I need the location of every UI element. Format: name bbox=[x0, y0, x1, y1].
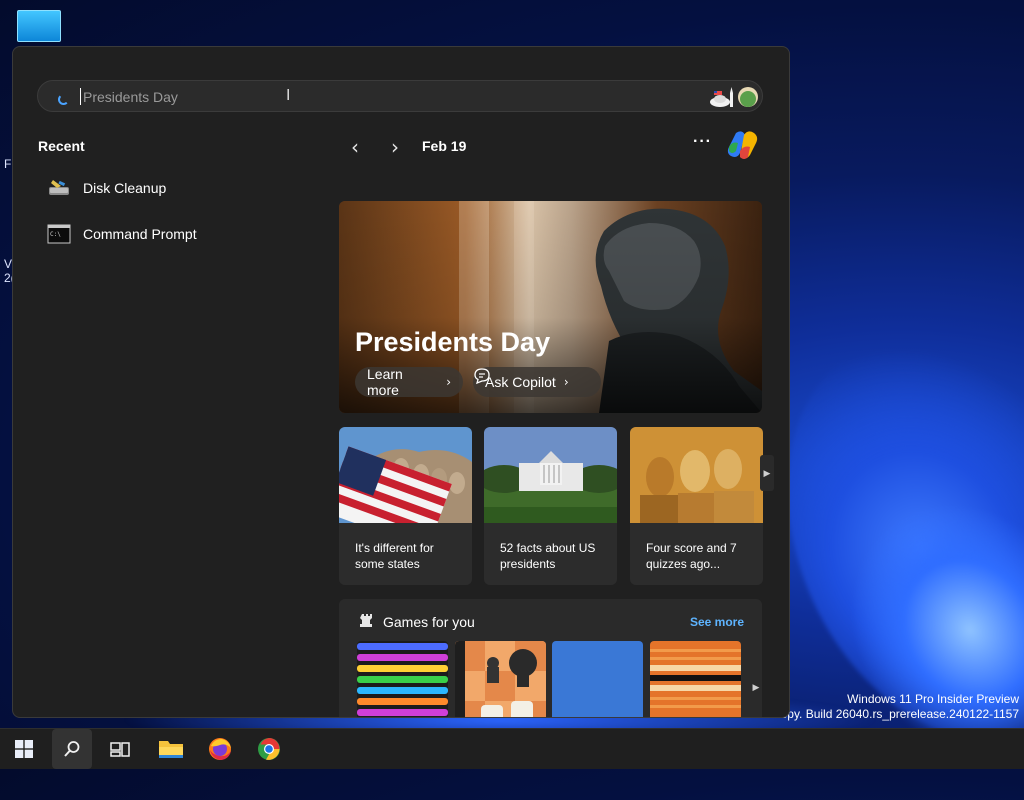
disk-cleanup-icon bbox=[49, 180, 69, 195]
article-title: 52 facts about US presidents bbox=[500, 541, 596, 571]
start-icon bbox=[15, 740, 33, 758]
search-highlight-icon[interactable] bbox=[710, 83, 758, 109]
article-title: Four score and 7 quizzes ago... bbox=[646, 541, 737, 571]
triangle-right-icon: ▶ bbox=[763, 467, 771, 478]
search-panel: Ⅰ Recent Disk Cleanup C:\ Command Prom bbox=[12, 46, 790, 718]
presidents-portrait-image bbox=[630, 427, 763, 523]
desktop-label-fragment: V bbox=[4, 257, 13, 271]
game-tile-chess[interactable] bbox=[455, 641, 546, 718]
games-scroll-right-button[interactable]: ▶ bbox=[749, 669, 762, 705]
see-more-link[interactable]: See more bbox=[690, 615, 744, 629]
search-box[interactable]: Ⅰ bbox=[37, 80, 763, 112]
svg-text:C:\: C:\ bbox=[50, 231, 61, 238]
taskbar bbox=[0, 728, 1024, 769]
chrome-button[interactable] bbox=[249, 729, 289, 769]
task-view-icon bbox=[110, 742, 130, 757]
next-day-button[interactable]: › bbox=[383, 135, 407, 159]
recent-item-command-prompt[interactable]: C:\ Command Prompt bbox=[47, 220, 287, 248]
previous-day-button[interactable]: ‹ bbox=[343, 135, 367, 159]
recent-item-label: Command Prompt bbox=[83, 226, 197, 242]
highlight-date: Feb 19 bbox=[422, 138, 467, 154]
chevron-right-icon: › bbox=[563, 375, 569, 389]
task-view-button[interactable] bbox=[100, 729, 140, 769]
start-button[interactable] bbox=[4, 729, 44, 769]
learn-more-label: Learn more bbox=[367, 366, 403, 398]
chevron-right-icon: › bbox=[446, 375, 451, 389]
file-explorer-icon bbox=[159, 741, 183, 758]
article-title: It's different for some states bbox=[355, 541, 434, 571]
recent-item-label: Disk Cleanup bbox=[83, 180, 167, 196]
firefox-button[interactable] bbox=[200, 729, 240, 769]
ask-copilot-label: Ask Copilot bbox=[485, 374, 556, 390]
recent-heading: Recent bbox=[38, 138, 85, 154]
search-input[interactable] bbox=[81, 85, 645, 109]
file-explorer-button[interactable] bbox=[151, 729, 191, 769]
chrome-icon bbox=[258, 738, 280, 760]
hero-title: Presidents Day bbox=[355, 327, 551, 357]
more-options-button[interactable]: ··· bbox=[693, 133, 712, 151]
article-cards: It's different for some states 52 facts … bbox=[339, 427, 779, 587]
white-house-image bbox=[484, 427, 617, 523]
chevron-left-icon: ‹ bbox=[351, 135, 359, 159]
loading-spinner-icon bbox=[58, 94, 69, 105]
game-tile-orange-stripes[interactable] bbox=[650, 641, 741, 718]
game-tile-blue[interactable] bbox=[552, 641, 643, 718]
games-section: Games for you See more ▶ bbox=[339, 599, 762, 718]
chevron-right-icon: › bbox=[391, 135, 399, 159]
command-prompt-icon: C:\ bbox=[47, 224, 71, 244]
this-pc-desktop-icon[interactable] bbox=[17, 10, 61, 46]
hero-card[interactable]: Presidents Day Learn more › Ask Copilot … bbox=[339, 201, 762, 413]
mount-rushmore-flag-image bbox=[339, 427, 472, 550]
chess-rook-icon bbox=[360, 614, 372, 627]
article-card[interactable]: Four score and 7 quizzes ago... bbox=[630, 427, 763, 585]
game-tile-colorful-stripes[interactable] bbox=[357, 641, 448, 718]
chat-bubble-icon bbox=[474, 368, 490, 385]
triangle-right-icon: ▶ bbox=[752, 681, 760, 692]
highlights-nav: ‹ › Feb 19 ··· bbox=[343, 131, 763, 159]
cards-scroll-right-button[interactable]: ▶ bbox=[760, 455, 774, 491]
learn-more-button[interactable]: Learn more › bbox=[355, 366, 463, 398]
search-icon bbox=[64, 741, 80, 757]
search-button[interactable] bbox=[52, 729, 92, 769]
desktop-label-fragment: F bbox=[4, 157, 12, 171]
article-card[interactable]: 52 facts about US presidents bbox=[484, 427, 617, 585]
article-card[interactable]: It's different for some states bbox=[339, 427, 472, 585]
firefox-icon bbox=[209, 738, 231, 760]
copilot-icon[interactable] bbox=[726, 129, 760, 161]
ask-copilot-button[interactable]: Ask Copilot › bbox=[473, 367, 601, 397]
games-heading: Games for you bbox=[383, 614, 475, 630]
text-cursor-icon: Ⅰ bbox=[286, 86, 291, 104]
recent-item-disk-cleanup[interactable]: Disk Cleanup bbox=[47, 174, 287, 202]
